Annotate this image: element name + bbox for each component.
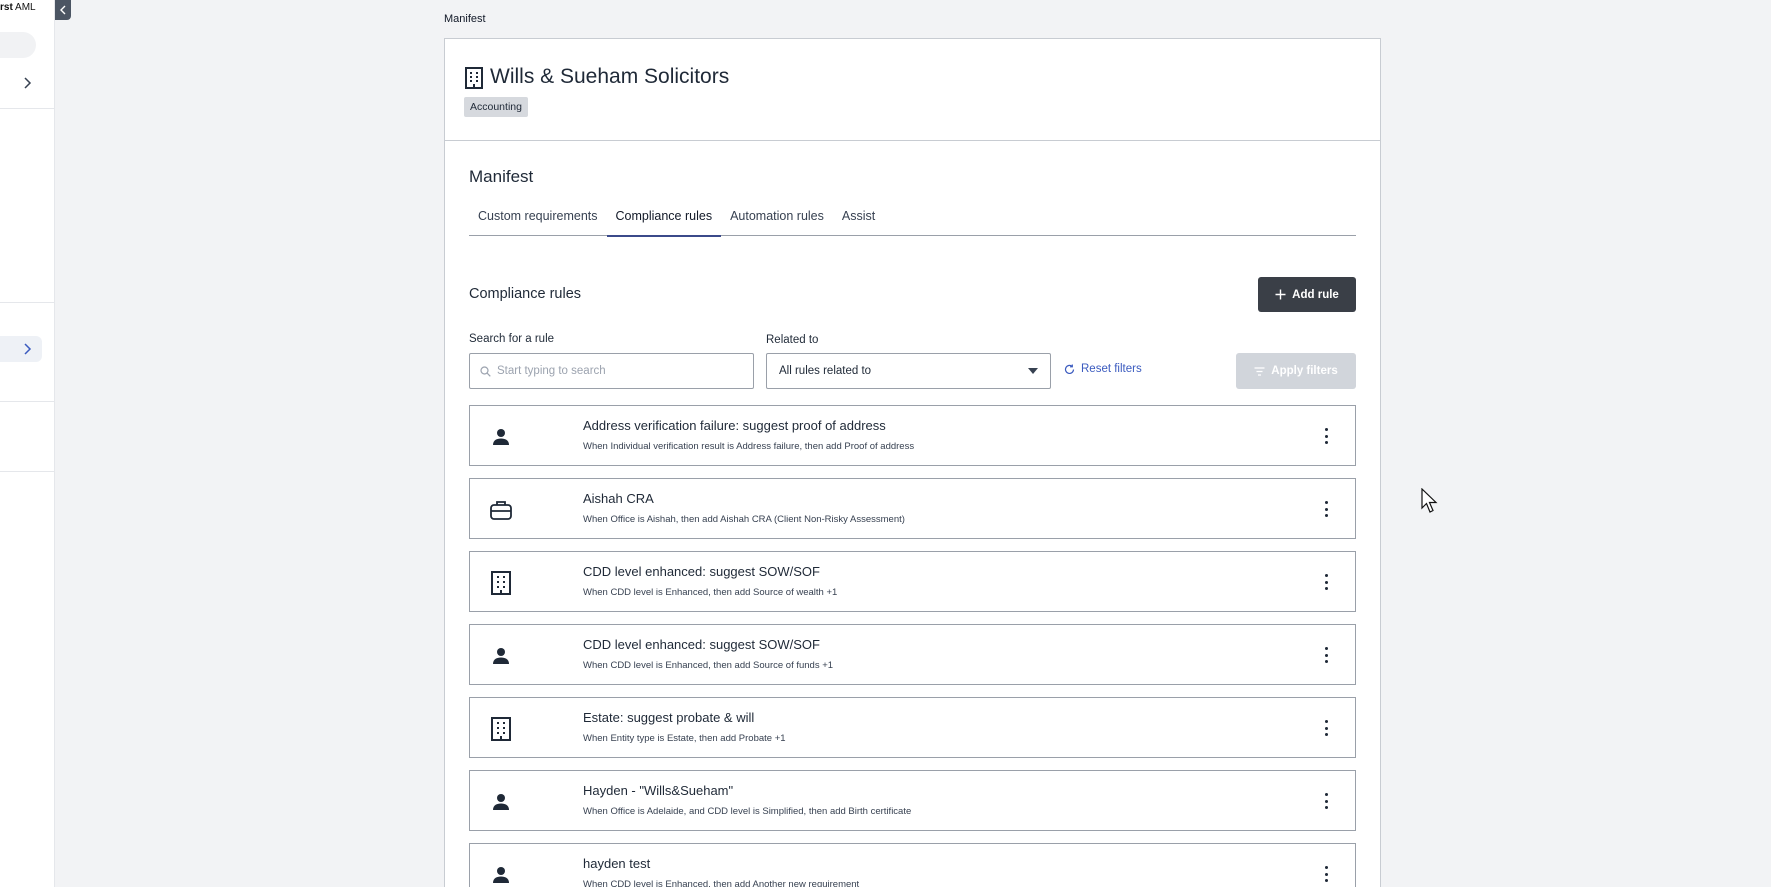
- rule-row[interactable]: hayden test When CDD level is Enhanced, …: [469, 843, 1356, 887]
- rule-description: When CDD level is Enhanced, then add Ano…: [583, 879, 860, 887]
- rule-description: When CDD level is Enhanced, then add Sou…: [583, 660, 834, 671]
- sidebar: rst AML: [0, 0, 55, 887]
- filter-icon: [1254, 366, 1265, 376]
- sidebar-search[interactable]: [0, 32, 36, 58]
- rule-title: Hayden - "Wills&Sueham": [583, 783, 734, 798]
- reset-filters-button[interactable]: Reset filters: [1064, 363, 1142, 375]
- add-rule-label: Add rule: [1292, 288, 1339, 301]
- more-options-icon[interactable]: [1323, 720, 1329, 736]
- more-options-icon[interactable]: [1323, 574, 1329, 590]
- rules-list: Address verification failure: suggest pr…: [469, 405, 1356, 887]
- tab-custom-requirements[interactable]: Custom requirements: [469, 206, 607, 236]
- breadcrumb[interactable]: Manifest: [444, 13, 486, 25]
- page-title: Wills & Sueham Solicitors: [490, 65, 730, 88]
- tab-compliance-rules[interactable]: Compliance rules: [606, 206, 722, 237]
- brand-logo: rst AML: [0, 2, 36, 13]
- search-label: Search for a rule: [469, 333, 555, 345]
- rule-description: When Office is Aishah, then add Aishah C…: [583, 514, 905, 525]
- sidebar-divider: [0, 108, 54, 109]
- briefcase-icon: [490, 501, 512, 520]
- more-options-icon[interactable]: [1323, 866, 1329, 882]
- more-options-icon[interactable]: [1323, 793, 1329, 809]
- rule-description: When CDD level is Enhanced, then add Sou…: [583, 587, 838, 598]
- search-field[interactable]: [469, 353, 754, 389]
- rules-heading: Compliance rules: [469, 286, 582, 302]
- more-options-icon[interactable]: [1323, 647, 1329, 663]
- sidebar-divider: [0, 471, 54, 472]
- rule-row[interactable]: Aishah CRA When Office is Aishah, then a…: [469, 478, 1356, 539]
- rule-description: When Individual verification result is A…: [583, 441, 915, 452]
- building-icon: [491, 571, 511, 595]
- add-rule-button[interactable]: Add rule: [1258, 277, 1356, 312]
- search-input[interactable]: [497, 365, 737, 377]
- rule-row[interactable]: Address verification failure: suggest pr…: [469, 405, 1356, 466]
- person-icon: [493, 867, 509, 883]
- rule-title: hayden test: [583, 856, 651, 871]
- related-label: Related to: [766, 334, 819, 346]
- manifest-card: Wills & Sueham Solicitors Accounting Man…: [444, 38, 1381, 887]
- industry-badge: Accounting: [464, 97, 528, 117]
- chevron-left-icon: [60, 5, 66, 15]
- sidebar-divider: [0, 302, 54, 303]
- tab-bar: Custom requirements Compliance rules Aut…: [469, 206, 1356, 237]
- rule-row[interactable]: Estate: suggest probate & will When Enti…: [469, 697, 1356, 758]
- mouse-cursor-icon: [1421, 488, 1438, 513]
- chevron-right-icon[interactable]: [20, 76, 34, 90]
- apply-filters-button[interactable]: Apply filters: [1236, 353, 1356, 389]
- rule-row[interactable]: CDD level enhanced: suggest SOW/SOF When…: [469, 551, 1356, 612]
- building-icon: [465, 67, 483, 89]
- chevron-right-icon[interactable]: [20, 342, 34, 356]
- caret-down-icon: [1028, 368, 1038, 374]
- more-options-icon[interactable]: [1323, 428, 1329, 444]
- refresh-icon: [1064, 364, 1075, 374]
- plus-icon: [1275, 289, 1286, 300]
- rule-title: CDD level enhanced: suggest SOW/SOF: [583, 637, 820, 652]
- rule-title: CDD level enhanced: suggest SOW/SOF: [583, 564, 820, 579]
- rule-row[interactable]: CDD level enhanced: suggest SOW/SOF When…: [469, 624, 1356, 685]
- rule-title: Aishah CRA: [583, 491, 654, 506]
- rule-title: Estate: suggest probate & will: [583, 710, 755, 725]
- sidebar-collapse-button[interactable]: [55, 0, 71, 20]
- tab-automation-rules[interactable]: Automation rules: [721, 206, 833, 236]
- person-icon: [493, 794, 509, 810]
- building-icon: [491, 717, 511, 741]
- search-icon: [480, 365, 491, 377]
- more-options-icon[interactable]: [1323, 501, 1329, 517]
- org-header: Wills & Sueham Solicitors Accounting: [445, 39, 1380, 141]
- reset-filters-label: Reset filters: [1081, 363, 1142, 375]
- rule-description: When Entity type is Estate, then add Pro…: [583, 733, 786, 744]
- person-icon: [493, 648, 509, 664]
- tab-assist[interactable]: Assist: [833, 206, 884, 236]
- apply-filters-label: Apply filters: [1271, 365, 1338, 377]
- rule-title: Address verification failure: suggest pr…: [583, 418, 886, 433]
- rule-description: When Office is Adelaide, and CDD level i…: [583, 806, 912, 817]
- person-icon: [493, 429, 509, 445]
- section-title: Manifest: [469, 167, 534, 186]
- related-to-select[interactable]: All rules related to: [766, 353, 1051, 389]
- related-to-value: All rules related to: [779, 365, 872, 377]
- sidebar-divider: [0, 401, 54, 402]
- rule-row[interactable]: Hayden - "Wills&Sueham" When Office is A…: [469, 770, 1356, 831]
